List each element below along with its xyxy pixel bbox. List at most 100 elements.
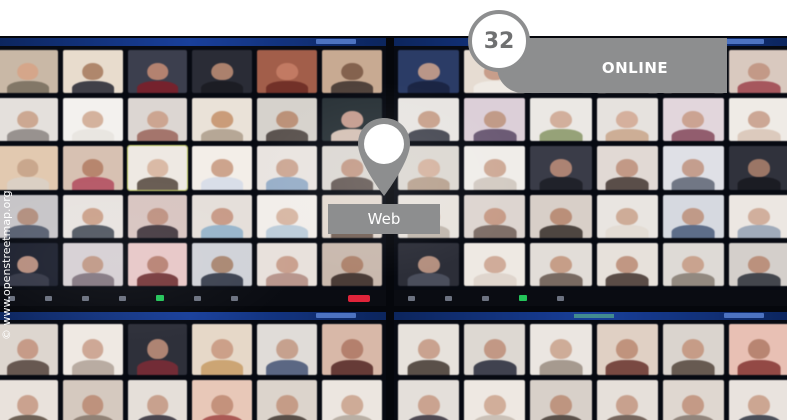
participant-tile	[464, 146, 526, 190]
end-meeting-icon	[348, 294, 370, 302]
participant-tile	[127, 324, 188, 375]
participant-tile	[662, 242, 724, 286]
participant-tile	[728, 50, 787, 94]
page-number-badge: 32	[468, 10, 530, 72]
participant-tile	[257, 50, 318, 94]
chat-icon	[557, 295, 564, 301]
meeting-title-bar	[0, 312, 386, 320]
participant-tile	[398, 379, 460, 420]
participant-tile	[127, 98, 188, 142]
participant-tile	[728, 242, 787, 286]
participant-tile	[464, 242, 526, 286]
participant-tile	[596, 98, 658, 142]
participant-tile	[662, 194, 724, 238]
participant-tile	[662, 98, 724, 142]
meeting-toolbar	[0, 290, 386, 306]
video-icon	[445, 295, 452, 301]
photo-credit: © www.openstreetmap.org	[0, 190, 14, 350]
participant-tile	[192, 146, 253, 190]
participant-tile	[596, 379, 658, 420]
participant-tile	[0, 50, 58, 94]
meeting-title-bar	[394, 312, 787, 320]
participant-tile	[530, 379, 592, 420]
participant-tile	[596, 324, 658, 375]
video-conference-photo: 32 ONLINE Web © www.openstreetmap.org	[0, 0, 787, 420]
participant-tile	[398, 324, 460, 375]
participant-tile	[0, 146, 58, 190]
mute-icon	[408, 295, 415, 301]
participant-tile	[728, 98, 787, 142]
meeting-title-bar	[0, 38, 386, 46]
participant-tile	[257, 194, 318, 238]
participant-tile	[127, 242, 188, 286]
location-pin-icon	[358, 118, 410, 196]
participant-tile	[0, 98, 58, 142]
top-white-strip	[0, 0, 787, 36]
participant-tile	[662, 379, 724, 420]
participant-tile	[662, 146, 724, 190]
participant-tile	[257, 242, 318, 286]
chat-icon	[119, 295, 126, 301]
participant-tile	[126, 145, 189, 191]
participant-tile	[530, 324, 592, 375]
participant-tile	[127, 50, 188, 94]
participant-tile	[464, 324, 526, 375]
page-number: 32	[483, 28, 515, 54]
video-icon	[45, 295, 52, 301]
participant-tile	[662, 324, 724, 375]
participant-tile	[322, 379, 382, 420]
participant-tile	[0, 379, 58, 420]
participant-tile	[728, 379, 787, 420]
record-icon	[194, 295, 201, 301]
participant-tile	[464, 194, 526, 238]
marker-label: Web	[328, 204, 440, 234]
participant-tile	[127, 194, 188, 238]
participant-tile	[257, 324, 318, 375]
participant-tile	[322, 50, 382, 94]
participant-tile	[322, 242, 382, 286]
meeting-screen-bottom-right	[394, 312, 787, 420]
meeting-toolbar	[394, 290, 787, 306]
participant-tile	[257, 98, 318, 142]
share-screen-icon	[519, 295, 527, 301]
participant-tile	[192, 324, 253, 375]
meeting-screen-bottom-left	[0, 312, 386, 420]
participant-grid	[0, 48, 386, 288]
participant-tile	[530, 98, 592, 142]
reactions-icon	[231, 295, 238, 301]
participant-tile	[596, 146, 658, 190]
participant-tile	[322, 324, 382, 375]
participant-tile	[530, 242, 592, 286]
meeting-screen-top-left	[0, 38, 386, 306]
participant-tile	[398, 242, 460, 286]
participant-tile	[398, 50, 460, 94]
participant-tile	[62, 194, 123, 238]
participant-tile	[192, 98, 253, 142]
section-label: ONLINE	[601, 59, 669, 77]
participant-tile	[464, 98, 526, 142]
participant-tile	[257, 379, 318, 420]
participant-tile	[596, 242, 658, 286]
participant-tile	[62, 242, 123, 286]
participant-tile	[192, 50, 253, 94]
participant-tile	[62, 50, 123, 94]
participant-tile	[464, 379, 526, 420]
participant-tile	[192, 194, 253, 238]
participant-tile	[62, 98, 123, 142]
participants-icon	[482, 295, 489, 301]
share-screen-icon	[156, 295, 164, 301]
participant-grid	[0, 322, 386, 420]
participant-tile	[192, 379, 253, 420]
participant-tile	[728, 194, 787, 238]
participant-tile	[530, 194, 592, 238]
participant-tile	[596, 194, 658, 238]
participant-grid	[394, 322, 787, 420]
participant-tile	[257, 146, 318, 190]
participants-icon	[82, 295, 89, 301]
participant-tile	[62, 146, 123, 190]
participant-tile	[728, 324, 787, 375]
participant-tile	[192, 242, 253, 286]
participant-tile	[62, 324, 123, 375]
participant-tile	[728, 146, 787, 190]
participant-tile	[530, 146, 592, 190]
